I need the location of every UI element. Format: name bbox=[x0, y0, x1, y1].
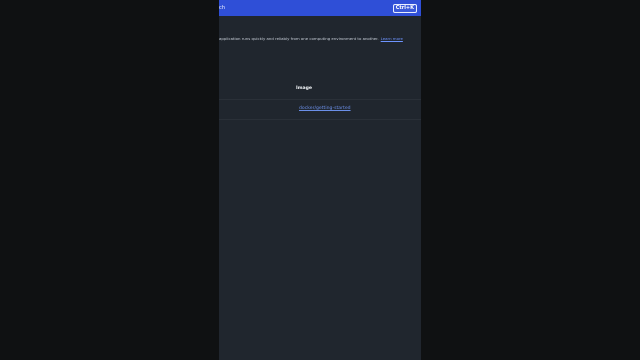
learn-more-link[interactable]: Learn more bbox=[381, 36, 403, 41]
table-header-divider bbox=[219, 99, 421, 100]
intro-paragraph: application runs quickly and reliably fr… bbox=[219, 36, 421, 42]
table-row-divider bbox=[219, 119, 421, 120]
image-link[interactable]: docker/getting-started bbox=[299, 106, 351, 112]
search-shortcut-badge[interactable]: Ctrl+K bbox=[392, 3, 417, 13]
intro-text: application runs quickly and reliably fr… bbox=[219, 36, 379, 41]
app-viewport: ch Ctrl+K application runs quickly and r… bbox=[219, 0, 421, 360]
header-bar: ch Ctrl+K bbox=[219, 0, 421, 16]
image-column-header: Image bbox=[296, 86, 312, 91]
screen-background: ch Ctrl+K application runs quickly and r… bbox=[0, 0, 640, 360]
search-bar-text[interactable]: ch bbox=[219, 0, 225, 16]
